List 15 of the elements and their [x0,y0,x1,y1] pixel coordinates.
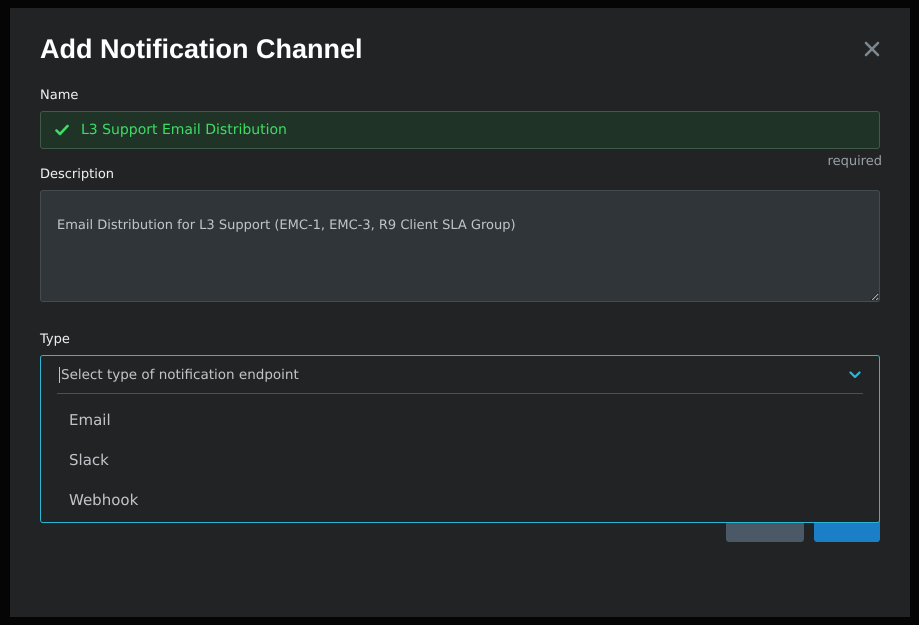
dropdown-option[interactable]: Email [57,400,863,440]
description-field[interactable]: Email Distribution for L3 Support (EMC-1, EMC-3, R9 Client SLA Group) [40,190,880,302]
text-cursor [59,366,60,382]
required-hint: required [828,154,882,169]
chevron-down-icon [849,370,861,378]
field-label: Type [40,332,70,347]
dialog-title: Add Notification Channel [40,34,362,64]
name-field[interactable]: L3 Support Email Distribution [40,111,880,149]
dropdown-option[interactable]: Slack [57,440,863,480]
dropdown-option[interactable]: Webhook [57,480,863,520]
close-icon[interactable] [864,41,880,57]
field-label: Description [40,167,114,182]
field-label: Name [40,88,78,103]
type-dropdown[interactable]: Select type of notification endpoint [40,355,880,393]
checkmark-icon [55,124,69,136]
